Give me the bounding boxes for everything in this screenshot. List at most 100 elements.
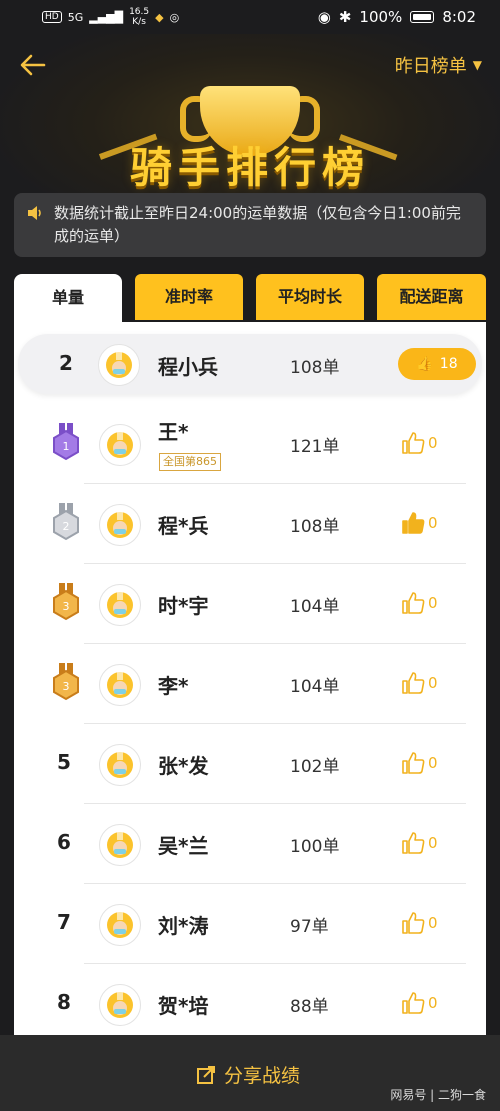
watermark: 网易号 | 二狗一食 — [390, 1088, 486, 1102]
like-button[interactable]: 0 — [400, 430, 438, 456]
like-count: 18 — [439, 356, 458, 372]
rider-avatar-icon — [107, 911, 133, 938]
rank-number: 5 — [57, 750, 71, 774]
rider-avatar-icon — [107, 831, 133, 858]
avatar[interactable] — [99, 424, 141, 466]
signal-bars-icon: ▂▄▆█ — [89, 10, 124, 24]
thumbs-up-icon — [402, 512, 425, 534]
like-button[interactable]: 0 — [400, 750, 438, 776]
tab-orders[interactable]: 单量 — [14, 274, 122, 324]
medal-rank: 3 — [63, 680, 70, 693]
like-count: 0 — [428, 594, 438, 612]
rider-name: 吴*兰 — [158, 834, 209, 858]
thumbs-up-icon — [402, 752, 425, 774]
like-button[interactable]: 👍 18 — [398, 348, 476, 380]
speed-unit: K/s — [132, 17, 146, 27]
medal-icon: 3 — [53, 663, 79, 701]
avatar[interactable] — [98, 344, 140, 386]
status-left: HD 5G ▂▄▆█ 16.5 K/s ◆ ◎ — [42, 7, 179, 27]
like-button[interactable]: 0 — [400, 670, 438, 696]
like-button[interactable]: 0 — [400, 830, 438, 856]
like-count: 0 — [428, 674, 438, 692]
order-count: 108单 — [290, 517, 340, 537]
self-name: 程小兵 — [158, 355, 218, 379]
avatar[interactable] — [99, 984, 141, 1026]
period-select[interactable]: 昨日榜单 ▼ — [395, 52, 482, 78]
order-count: 97单 — [290, 917, 329, 937]
rank-number: 7 — [57, 910, 71, 934]
bluetooth-icon: ✱ — [338, 8, 352, 26]
avatar[interactable] — [99, 584, 141, 626]
status-bar: HD 5G ▂▄▆█ 16.5 K/s ◆ ◎ ◉ ✱ 100% 8:02 — [0, 0, 500, 34]
tab-avg-duration[interactable]: 平均时长 — [256, 274, 364, 320]
speed-value: 16.5 — [129, 7, 150, 17]
order-count: 102单 — [290, 757, 340, 777]
order-count: 104单 — [290, 677, 340, 697]
share-label: 分享战绩 — [224, 1065, 301, 1087]
ranking-row: 3 时*宇 104单 0 — [14, 564, 486, 644]
eye-icon: ◉ — [317, 8, 331, 26]
arrow-left-icon — [20, 54, 46, 76]
ranking-row: 8 贺*培 88单 0 — [14, 964, 486, 1044]
avatar[interactable] — [99, 664, 141, 706]
period-label: 昨日榜单 — [394, 56, 467, 77]
avatar[interactable] — [99, 824, 141, 866]
rider-avatar-icon — [107, 591, 133, 618]
medal-icon: 2 — [53, 503, 79, 541]
like-count: 0 — [428, 994, 438, 1012]
order-count: 100单 — [290, 837, 340, 857]
like-count: 0 — [428, 834, 438, 852]
share-icon — [197, 1065, 215, 1084]
back-button[interactable] — [18, 50, 50, 82]
avatar[interactable] — [99, 744, 141, 786]
thumbs-up-icon — [402, 672, 425, 694]
rider-name: 李* — [158, 674, 189, 698]
avatar[interactable] — [99, 904, 141, 946]
share-button[interactable]: 分享战绩 — [196, 1061, 300, 1088]
rider-name: 时*宇 — [158, 594, 209, 618]
app-notification-icon-2: ◎ — [169, 10, 180, 24]
avatar[interactable] — [99, 504, 141, 546]
self-orders: 108单 — [290, 358, 340, 378]
rider-name: 贺*培 — [158, 994, 209, 1018]
self-rank-row: 2 程小兵 108单 👍 18 — [18, 334, 482, 394]
tab-on-time-rate[interactable]: 准时率 — [135, 274, 243, 320]
medal-rank: 3 — [63, 600, 70, 613]
rider-name: 程*兵 — [158, 514, 209, 538]
like-button[interactable]: 0 — [400, 590, 438, 616]
order-count: 88单 — [290, 997, 329, 1017]
order-count: 121单 — [290, 437, 340, 457]
thumbs-up-icon — [402, 992, 425, 1014]
medal-icon: 3 — [53, 583, 79, 621]
battery-icon — [410, 11, 435, 23]
rank-number: 8 — [57, 990, 71, 1014]
notice-banner: 数据统计截止至昨日24:00的运单数据（仅包含今日1:00前完成的运单） — [14, 193, 486, 257]
rider-avatar-icon — [107, 751, 133, 778]
rider-name: 王* — [158, 420, 189, 444]
like-button[interactable]: 0 — [400, 510, 438, 536]
like-button[interactable]: 0 — [400, 910, 438, 936]
caret-down-icon: ▼ — [472, 58, 482, 72]
tab-distance[interactable]: 配送距离 — [377, 274, 486, 320]
rider-avatar-icon — [107, 431, 133, 458]
status-right: ◉ ✱ 100% 8:02 — [318, 8, 476, 26]
thumbs-up-icon: 👍 — [416, 356, 434, 372]
ranking-list: 2 程小兵 108单 👍 18 1 王* 全国第865 121单 0 2 程*兵… — [14, 322, 486, 1111]
like-button[interactable]: 0 — [400, 990, 438, 1016]
thumbs-up-icon — [402, 832, 425, 854]
ranking-row: 1 王* 全国第865 121单 0 — [14, 404, 486, 484]
ranking-row: 3 李* 104单 0 — [14, 644, 486, 724]
ranking-row: 5 张*发 102单 0 — [14, 724, 486, 804]
ranking-row: 7 刘*涛 97单 0 — [14, 884, 486, 964]
medal-icon: 1 — [53, 423, 79, 461]
thumbs-up-icon — [402, 432, 425, 454]
app-notification-icon: ◆ — [155, 10, 164, 24]
like-count: 0 — [428, 514, 438, 532]
battery-percent: 100% — [359, 8, 403, 26]
ranking-row: 2 程*兵 108单 0 — [14, 484, 486, 564]
medal-rank: 2 — [63, 520, 70, 533]
national-rank-badge: 全国第865 — [159, 453, 221, 471]
ranking-row: 6 吴*兰 100单 0 — [14, 804, 486, 884]
network-type: HD — [42, 11, 62, 23]
thumbs-up-icon — [402, 592, 425, 614]
